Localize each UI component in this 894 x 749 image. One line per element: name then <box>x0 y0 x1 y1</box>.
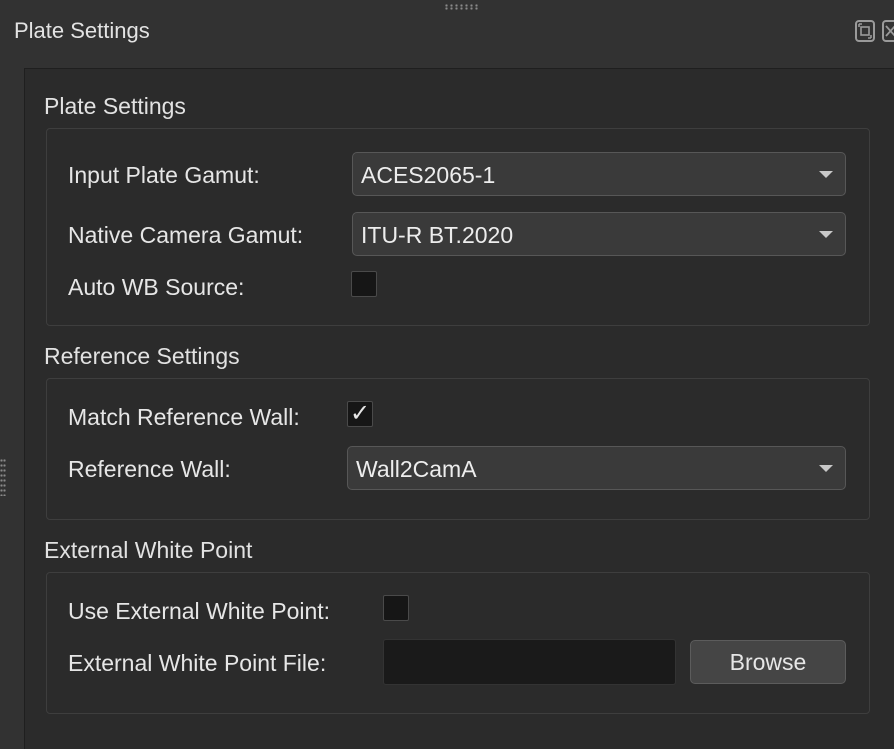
section-title-reference-settings: Reference Settings <box>44 343 240 369</box>
dock-drag-handle-top[interactable] <box>444 4 478 10</box>
match-reference-wall-label: Match Reference Wall: <box>68 404 300 430</box>
auto-wb-source-checkbox[interactable] <box>351 271 377 297</box>
input-plate-gamut-label: Input Plate Gamut: <box>68 162 260 188</box>
reference-wall-label: Reference Wall: <box>68 456 231 482</box>
use-external-white-point-label: Use External White Point: <box>68 598 331 624</box>
auto-wb-source-label: Auto WB Source: <box>68 274 245 300</box>
dock-resize-handle-left[interactable] <box>0 458 6 496</box>
close-button[interactable] <box>882 20 894 42</box>
chevron-down-icon <box>819 171 833 178</box>
chevron-down-icon <box>819 231 833 238</box>
native-camera-gamut-value: ITU-R BT.2020 <box>361 222 514 248</box>
close-icon <box>885 25 894 37</box>
input-plate-gamut-value: ACES2065-1 <box>361 162 496 188</box>
external-white-point-file-label: External White Point File: <box>68 650 327 676</box>
native-camera-gamut-dropdown[interactable]: ITU-R BT.2020 <box>352 212 846 256</box>
reference-wall-value: Wall2CamA <box>356 456 477 482</box>
external-white-point-file-input[interactable] <box>383 639 676 685</box>
browse-button[interactable]: Browse <box>690 640 846 684</box>
native-camera-gamut-label: Native Camera Gamut: <box>68 222 304 248</box>
section-title-plate-settings: Plate Settings <box>44 93 186 119</box>
checkmark-icon: ✓ <box>350 400 371 427</box>
use-external-white-point-checkbox[interactable] <box>383 595 409 621</box>
match-reference-wall-checkbox[interactable]: ✓ <box>347 400 373 427</box>
reference-wall-dropdown[interactable]: Wall2CamA <box>347 446 846 490</box>
section-title-external-white-point: External White Point <box>44 537 253 563</box>
chevron-down-icon <box>819 465 833 472</box>
float-window-button[interactable] <box>855 20 875 42</box>
float-window-icon <box>858 23 872 39</box>
input-plate-gamut-dropdown[interactable]: ACES2065-1 <box>352 152 846 196</box>
dock-title: Plate Settings <box>14 18 150 43</box>
